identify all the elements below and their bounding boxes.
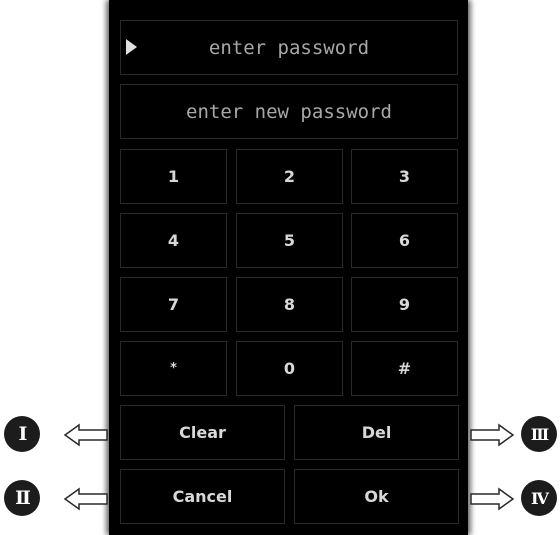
key-star[interactable]: * <box>120 341 227 396</box>
outline-arrow-right-icon <box>470 423 515 447</box>
key-0[interactable]: 0 <box>236 341 343 396</box>
ok-button[interactable]: Ok <box>294 469 459 524</box>
password-placeholder: enter password <box>208 36 370 59</box>
new-password-placeholder: enter new password <box>186 100 392 123</box>
key-1[interactable]: 1 <box>120 149 227 204</box>
key-7[interactable]: 7 <box>120 277 227 332</box>
callout-ok: IV <box>521 480 557 516</box>
outline-arrow-left-icon <box>63 487 108 511</box>
new-password-field[interactable]: enter new password <box>120 84 458 139</box>
key-3[interactable]: 3 <box>351 149 458 204</box>
outline-arrow-left-icon <box>63 423 108 447</box>
clear-button[interactable]: Clear <box>120 405 285 460</box>
outline-arrow-right-icon <box>470 487 515 511</box>
key-8[interactable]: 8 <box>236 277 343 332</box>
callout-cancel: II <box>4 480 40 516</box>
key-5[interactable]: 5 <box>236 213 343 268</box>
cancel-button[interactable]: Cancel <box>120 469 285 524</box>
password-field[interactable]: enter password <box>120 20 458 75</box>
callout-clear: I <box>4 416 40 452</box>
play-triangle-icon <box>126 39 137 55</box>
key-9[interactable]: 9 <box>351 277 458 332</box>
key-hash[interactable]: # <box>351 341 458 396</box>
key-4[interactable]: 4 <box>120 213 227 268</box>
key-6[interactable]: 6 <box>351 213 458 268</box>
key-2[interactable]: 2 <box>236 149 343 204</box>
del-button[interactable]: Del <box>294 405 459 460</box>
callout-del: III <box>521 416 557 452</box>
